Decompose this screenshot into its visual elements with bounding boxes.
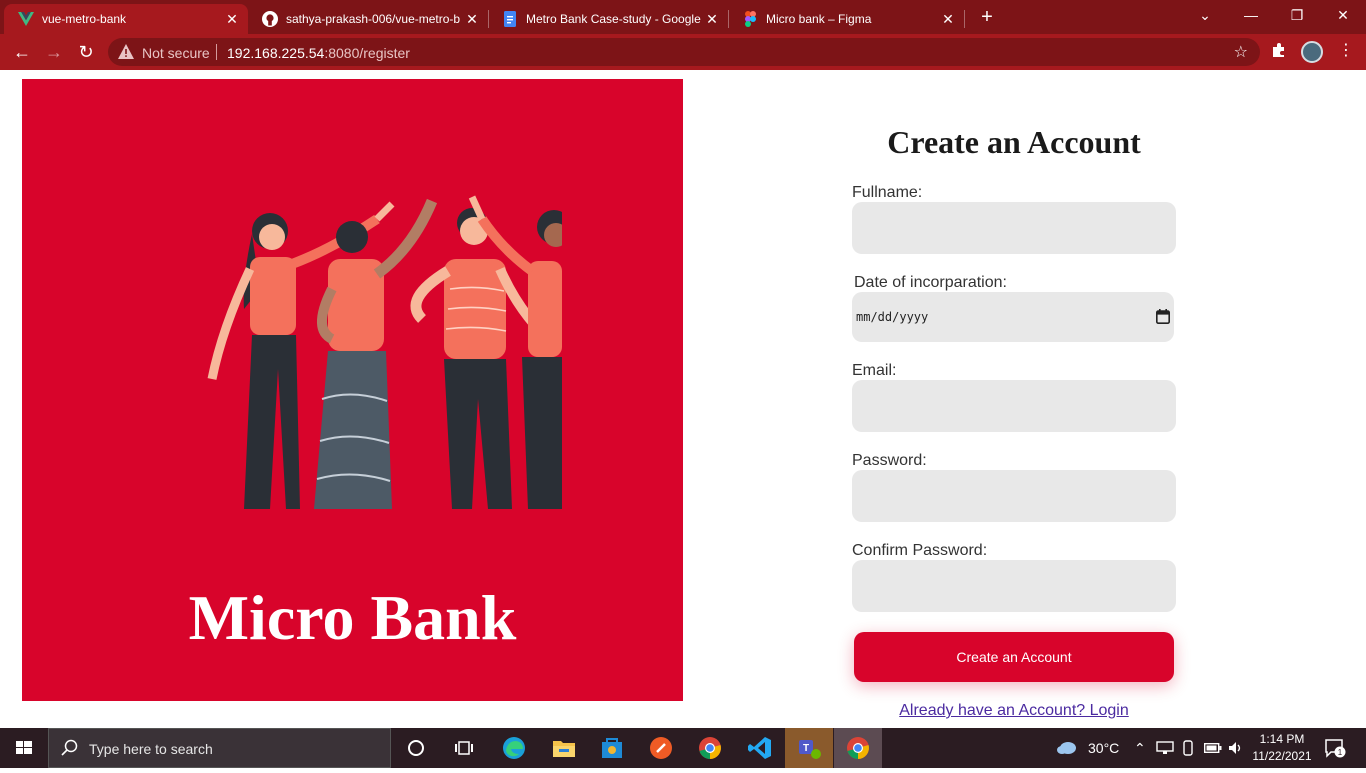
google-docs-icon — [502, 11, 518, 27]
search-placeholder: Type here to search — [89, 741, 213, 757]
tab-separator — [964, 10, 965, 28]
close-tab-icon[interactable]: ✕ — [938, 11, 958, 28]
teams-icon[interactable]: T — [785, 728, 833, 768]
confirm-password-input[interactable] — [852, 560, 1176, 612]
usb-device-icon[interactable] — [1182, 728, 1194, 768]
reload-icon[interactable]: ↻ — [74, 40, 98, 64]
task-view-icon[interactable] — [440, 728, 488, 768]
tab-title: sathya-prakash-006/vue-metro-b — [286, 12, 461, 26]
notification-count: 1 — [1338, 748, 1343, 757]
password-input[interactable] — [852, 470, 1176, 522]
security-status-text[interactable]: Not secure — [142, 45, 210, 61]
minimize-button[interactable]: — — [1228, 0, 1274, 30]
chrome-icon[interactable] — [686, 728, 734, 768]
extensions-puzzle-icon[interactable] — [1271, 42, 1287, 63]
tab-figma[interactable]: Micro bank – Figma ✕ — [728, 4, 964, 34]
windows-taskbar: Type here to search T 30°C ⌃ 1:14 PM 11/… — [0, 728, 1366, 768]
close-tab-icon[interactable]: ✕ — [222, 11, 242, 28]
close-window-button[interactable]: ✕ — [1320, 0, 1366, 30]
tab-google-docs[interactable]: Metro Bank Case-study - Google ✕ — [488, 4, 728, 34]
search-icon — [61, 739, 79, 762]
warning-triangle-icon[interactable] — [118, 44, 134, 64]
create-account-button[interactable]: Create an Account — [854, 632, 1174, 682]
show-hidden-icons-chevron-icon[interactable]: ⌃ — [1134, 728, 1146, 768]
email-input[interactable] — [852, 380, 1176, 432]
battery-icon[interactable] — [1204, 728, 1222, 768]
vue-icon — [18, 11, 34, 27]
url-host: 192.168.225.54 — [227, 45, 325, 61]
browser-menu-icon[interactable]: ⋮ — [1338, 40, 1354, 60]
form-title: Create an Account — [887, 124, 1141, 160]
tab-vue-metro-bank[interactable]: vue-metro-bank ✕ — [4, 4, 248, 34]
weather-temperature: 30°C — [1088, 740, 1120, 756]
edge-icon[interactable] — [490, 728, 538, 768]
back-arrow-icon[interactable]: ← — [10, 40, 34, 64]
date-placeholder: mm/dd/yyyy — [856, 310, 929, 324]
url-text[interactable]: 192.168.225.54:8080/register — [227, 45, 410, 61]
clock-date: 11/22/2021 — [1252, 749, 1312, 763]
postman-icon[interactable] — [637, 728, 685, 768]
address-bar[interactable]: Not secure 192.168.225.54:8080/register … — [108, 38, 1260, 66]
svg-text:T: T — [803, 743, 809, 754]
store-icon[interactable] — [588, 728, 636, 768]
forward-arrow-icon[interactable]: → — [42, 40, 66, 64]
hero-banner: Micro Bank — [22, 79, 683, 701]
restore-button[interactable]: ❐ — [1274, 0, 1320, 30]
cortana-icon[interactable] — [392, 728, 440, 768]
date-of-incorporation-label: Date of incorparation: — [854, 274, 1007, 291]
omnibox-divider — [216, 44, 217, 60]
windows-start-icon[interactable] — [0, 728, 48, 768]
team-high-five-illustration — [207, 195, 562, 509]
clock-time: 1:14 PM — [1259, 732, 1305, 746]
close-tab-icon[interactable]: ✕ — [702, 11, 722, 28]
tab-title: vue-metro-bank — [42, 12, 127, 26]
confirm-password-label: Confirm Password: — [852, 542, 988, 559]
new-tab-button[interactable]: + — [976, 6, 998, 28]
volume-icon[interactable] — [1228, 728, 1244, 768]
weather-widget[interactable]: 30°C — [1056, 728, 1119, 768]
browser-tab-strip: vue-metro-bank ✕ sathya-prakash-006/vue-… — [0, 0, 1366, 34]
password-label: Password: — [852, 452, 927, 469]
tab-github[interactable]: sathya-prakash-006/vue-metro-b ✕ — [248, 4, 488, 34]
url-path: :8080/register — [324, 45, 410, 61]
fullname-input[interactable] — [852, 202, 1176, 254]
tab-title: Metro Bank Case-study - Google — [526, 12, 701, 26]
email-label: Email: — [852, 362, 897, 379]
network-icon[interactable] — [1156, 728, 1174, 768]
figma-icon — [742, 11, 758, 27]
hero-title: Micro Bank — [188, 582, 517, 653]
fullname-label: Fullname: — [852, 184, 923, 201]
close-tab-icon[interactable]: ✕ — [462, 11, 482, 28]
github-icon — [262, 11, 278, 27]
chrome-active-window-icon[interactable] — [834, 728, 882, 768]
taskbar-search-box[interactable]: Type here to search — [48, 728, 391, 768]
browser-toolbar: ← → ↻ Not secure 192.168.225.54:8080/reg… — [0, 34, 1366, 70]
bookmark-star-icon[interactable]: ☆ — [1234, 42, 1248, 62]
tab-title: Micro bank – Figma — [766, 12, 872, 26]
profile-avatar[interactable] — [1301, 41, 1323, 63]
cloud-icon — [1056, 739, 1078, 758]
date-of-incorporation-input[interactable]: mm/dd/yyyy — [852, 292, 1174, 342]
notification-center-icon[interactable]: 1 — [1324, 728, 1346, 768]
vscode-icon[interactable] — [736, 728, 784, 768]
calendar-icon[interactable] — [1156, 309, 1170, 329]
file-explorer-icon[interactable] — [540, 728, 588, 768]
login-link[interactable]: Already have an Account? Login — [852, 702, 1176, 720]
tab-search-icon[interactable]: ⌄ — [1182, 0, 1228, 30]
system-clock[interactable]: 1:14 PM 11/22/2021 — [1246, 731, 1318, 765]
